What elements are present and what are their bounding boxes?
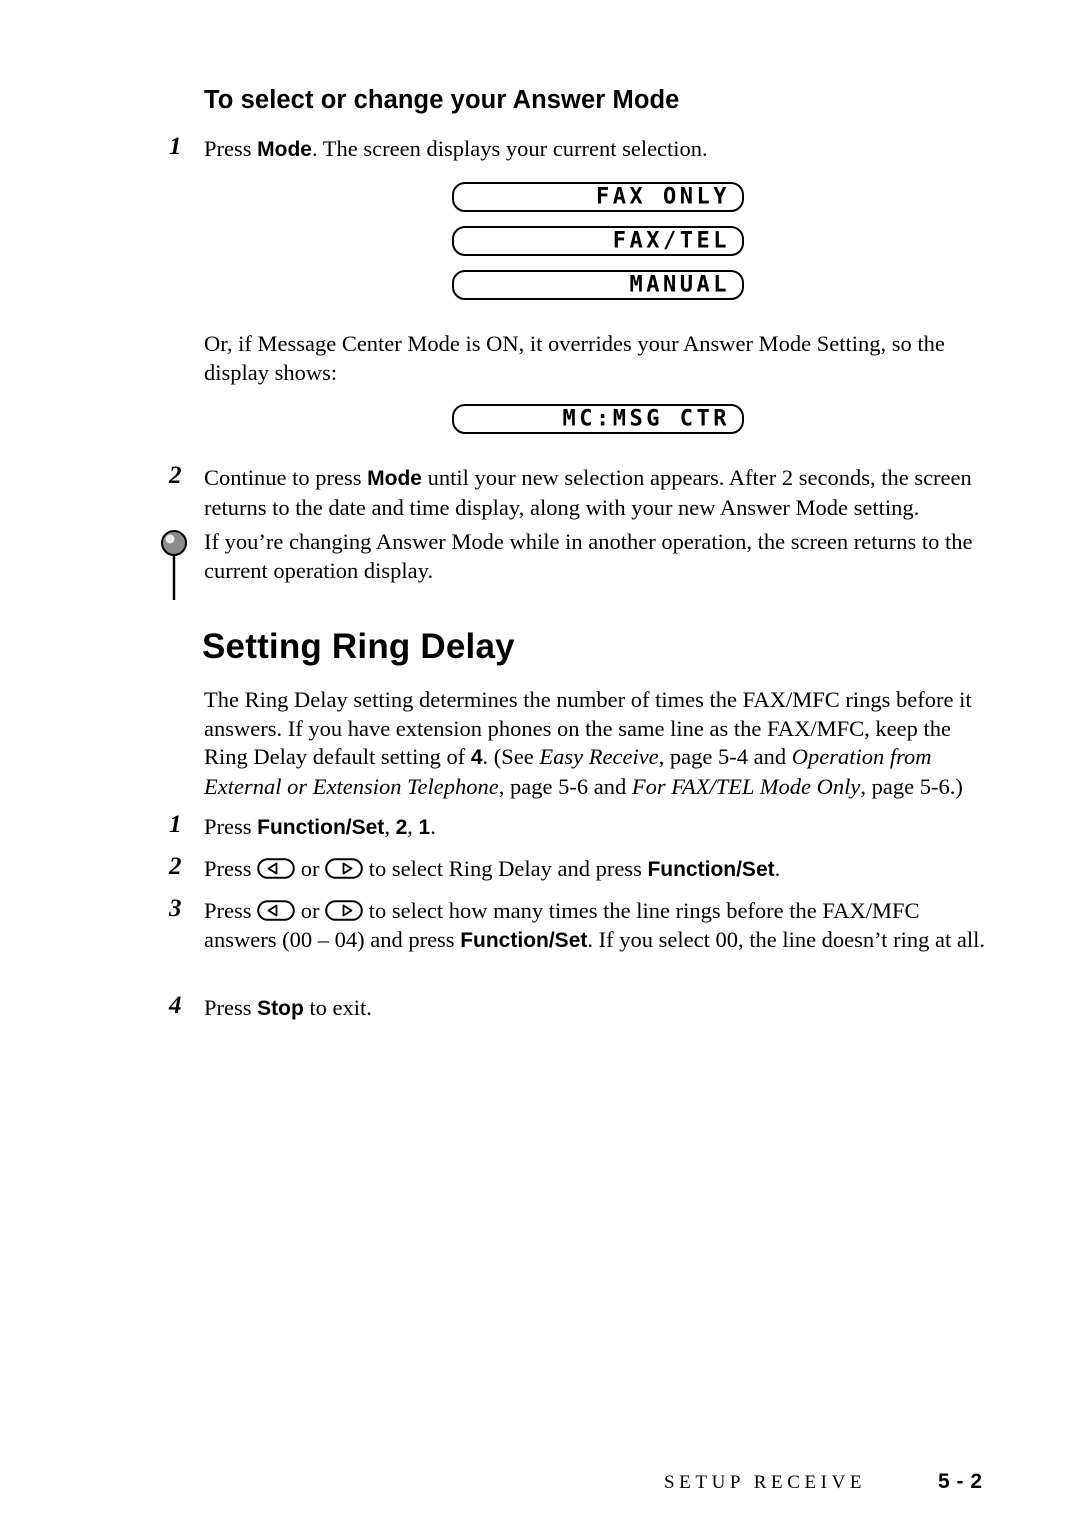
step2-text-a: Continue to press (204, 465, 368, 490)
stop-key-label: Stop (257, 997, 304, 1020)
intro-b: . (See (482, 744, 540, 769)
lcd-display-mc-msg-ctr: MC:MSG CTR (452, 404, 744, 434)
mode-key-label: Mode (257, 138, 312, 161)
lcd-display-fax-tel: FAX/TEL (452, 226, 744, 256)
rd-step2-a: Press (204, 856, 258, 881)
answer-mode-step-2-text: Continue to press Mode until your new se… (204, 464, 1004, 522)
answer-mode-tip-text: If you’re changing Answer Mode while in … (204, 529, 973, 583)
rd-step4-a: Press (204, 995, 258, 1020)
rd-step4-b: to exit. (303, 995, 372, 1020)
rd-step3-a: Press (204, 898, 258, 923)
ring-delay-intro: The Ring Delay setting determines the nu… (204, 686, 994, 801)
step-number-1: 1 (169, 133, 182, 160)
rd-step1-b: , (384, 814, 396, 839)
rd-step2-c: . (774, 856, 781, 881)
left-arrow-key-icon (257, 858, 295, 879)
rd-step3-c: . If you select 00, the line doesn’t rin… (587, 926, 985, 952)
mode-key-label-2: Mode (367, 467, 422, 490)
key-2-label: 2 (395, 816, 408, 839)
step1-text-b: . The screen displays your current selec… (311, 136, 708, 161)
lcd-display-manual: MANUAL (452, 270, 744, 300)
function-set-key-label-3: Function/Set (460, 928, 588, 952)
key-1-label: 1 (418, 816, 431, 839)
rd-step1-d: . (430, 814, 436, 839)
default-setting-value: 4 (470, 746, 483, 769)
section-heading-ring-delay: Setting Ring Delay (202, 627, 515, 666)
left-arrow-key-icon-2 (257, 900, 295, 921)
lcd-text-mc-msg-ctr: MC:MSG CTR (562, 406, 730, 432)
function-set-key-label-2: Function/Set (647, 858, 775, 881)
message-center-note: Or, if Message Center Mode is ON, it ove… (204, 331, 945, 385)
ring-delay-step-3-text: Press or to select how many times the li… (204, 897, 994, 955)
footer-page-number: 5 - 2 (938, 1470, 983, 1493)
intro-d: , page 5-6 and (498, 773, 632, 799)
function-set-key-label-1: Function/Set (257, 816, 385, 839)
step1-text-a: Press (204, 136, 258, 161)
ref-easy-receive: Easy Receive (539, 744, 659, 769)
ref-faxtel-mode-only: For FAX/TEL Mode Only (631, 773, 861, 799)
rd-step1-c: , (407, 814, 419, 839)
right-arrow-key-icon-2 (325, 900, 363, 921)
ring-delay-step-number-4: 4 (169, 992, 182, 1019)
lcd-text-fax-only: FAX ONLY (596, 184, 730, 210)
ring-delay-step-4-text: Press Stop to exit. (204, 994, 994, 1024)
note-pin-icon (158, 530, 192, 602)
intro-e: , page 5-6.) (860, 773, 963, 799)
footer-section-label: SETUP RECEIVE (664, 1472, 867, 1493)
rd-step2-b: to select Ring Delay and press (363, 856, 648, 881)
lcd-text-manual: MANUAL (629, 272, 730, 298)
ring-delay-step-2-text: Press or to select Ring Delay and press … (204, 855, 994, 885)
ring-delay-step-1-text: Press Function/Set, 2, 1. (204, 813, 994, 843)
page-canvas: To select or change your Answer Mode 1 P… (0, 0, 1080, 1529)
intro-c: , page 5-4 and (658, 744, 792, 769)
step-number-2: 2 (169, 462, 182, 489)
lcd-display-fax-only: FAX ONLY (452, 182, 744, 212)
ring-delay-step-number-3: 3 (169, 895, 182, 922)
right-arrow-key-icon (325, 858, 363, 879)
page-subheading: To select or change your Answer Mode (204, 86, 680, 114)
rd-step1-a: Press (204, 814, 258, 839)
lcd-text-fax-tel: FAX/TEL (612, 228, 730, 254)
ring-delay-step-number-2: 2 (169, 853, 182, 880)
rd-step2-or: or (295, 856, 326, 881)
answer-mode-step-1-text: Press Mode. The screen displays your cur… (204, 135, 944, 165)
rd-step3-or: or (295, 898, 326, 923)
ring-delay-step-number-1: 1 (169, 811, 182, 838)
